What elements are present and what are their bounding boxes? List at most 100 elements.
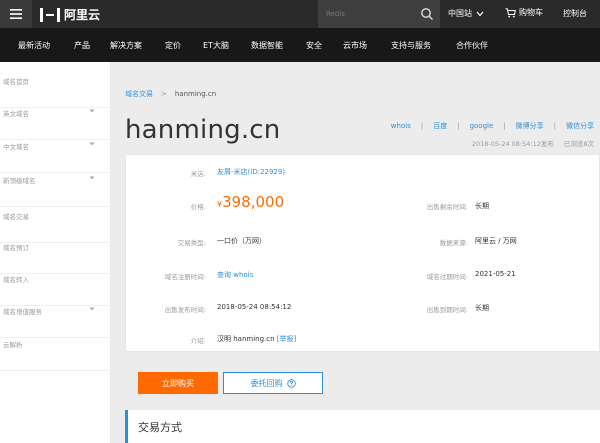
sidebar-item-value-added[interactable]: 域名增值服务 [0,306,111,338]
logo-text: 阿里云 [64,8,101,22]
cart-label: 购物车 [519,8,543,17]
nav-item-partners[interactable]: 合作伙伴 [456,40,488,51]
chevron-down-icon [476,11,484,16]
weibo-share-link[interactable]: 微博分享 [516,121,544,131]
wechat-share-link[interactable]: 微信分享 [566,121,594,131]
breadcrumb-separator: > [161,90,167,98]
sidebar-item-label: 中文域名 [3,143,29,151]
help-icon [286,378,296,388]
whois-query-link[interactable]: 查询 whois [217,270,253,280]
data-source-value: 阿里云 / 万网 [475,237,517,245]
site-selector[interactable]: 中国站 [448,8,484,19]
sidebar-item-english-domain[interactable]: 英文域名 [0,108,111,140]
caret-down-icon [89,109,95,113]
trade-type-label: 交易类型: [177,239,206,247]
publish-value: 2018-05-24 08:54:12 [217,303,292,311]
price-value: ¥398,000 [217,193,284,211]
console-link[interactable]: 控制台 [563,8,587,19]
trade-method-section: 交易方式 [125,410,600,443]
top-bar: 阿里云 中国站 购物车 控制台 [0,0,600,28]
site-label: 中国站 [448,9,472,18]
end-label: 出售到期时间: [426,306,468,314]
nav-item-latest[interactable]: 最新活动 [18,40,50,51]
intro-text: 汉明 hanming.cn [217,335,275,343]
logo[interactable]: 阿里云 [40,6,100,23]
baidu-link[interactable]: 百度 [433,121,447,131]
price-amount: 398,000 [222,193,285,211]
seller-label: 米店: [190,170,206,178]
detail-row-seller: 米店: 友屑-米店(ID:22929) [126,155,600,187]
seller-link[interactable]: 友屑-米店(ID:22929) [217,167,285,177]
nav-item-solutions[interactable]: 解决方案 [110,40,142,51]
page-title: hanming.cn [125,115,281,145]
expire-label: 域名过期时间: [426,273,468,281]
cart-icon [505,7,516,17]
intro-label: 介绍: [190,337,206,345]
sidebar-item-domain-transfer[interactable]: 域名转入 [0,274,111,306]
sidebar-item-label: 域名转入 [3,276,29,284]
sidebar-item-label: 新顶级域名 [3,177,36,185]
caret-down-icon [89,307,95,311]
sidebar: 域名首页 英文域名 中文域名 新顶级域名 域名交易 域名预订 域名转入 域名增值… [0,62,111,443]
intro-value: 汉明 hanming.cn [举报] [217,334,296,344]
section-title: 交易方式 [138,421,182,434]
nav-item-data-intelligence[interactable]: 数据智能 [251,40,283,51]
nav-item-support[interactable]: 支持与服务 [391,40,431,51]
nav-item-security[interactable]: 安全 [306,40,322,51]
breadcrumb-current: hanming.cn [174,90,217,98]
broker-buyback-button[interactable]: 委托回购 [223,372,323,394]
sidebar-item-label: 云解析 [3,341,23,349]
nav-item-et-brain[interactable]: ET大脑 [203,40,229,51]
nav-item-pricing[interactable]: 定价 [165,40,181,51]
data-source-label: 数据来源: [439,239,468,247]
view-count: 已浏览8次 [563,140,594,148]
breadcrumb-domain-trade[interactable]: 域名交易 [125,89,153,99]
published-time: 2018-05-24 08:54:12发布 [471,140,554,148]
publish-label: 出售发布时间: [164,306,206,314]
main-content: 域名交易 > hanming.cn hanming.cn whois | 百度 … [111,62,600,443]
detail-panel: 米店: 友屑-米店(ID:22929) 价格: ¥398,000 出售剩余时间:… [125,154,600,352]
detail-row-publish: 出售发布时间: 2018-05-24 08:54:12 出售到期时间: 长期 [126,292,600,324]
sidebar-item-label: 域名首页 [3,78,29,86]
nav-item-marketplace[interactable]: 云市场 [343,40,367,51]
caret-down-icon [89,142,95,146]
sidebar-item-domain-reserve[interactable]: 域名预订 [0,242,111,274]
sidebar-item-new-tld[interactable]: 新顶级域名 [0,175,111,207]
expire-value: 2021-05-21 [475,270,516,278]
breadcrumb: 域名交易 > hanming.cn [125,89,216,99]
report-link[interactable]: [举报] [277,335,296,343]
whois-link[interactable]: whois [391,122,411,130]
share-links: whois | 百度 | google | 微博分享 | 微信分享 [390,121,594,131]
registration-label: 域名注册时间: [164,273,206,281]
search-box [318,0,440,28]
detail-row-registration: 域名注册时间: 查询 whois 域名过期时间: 2021-05-21 [126,258,600,290]
menu-button[interactable] [0,0,32,28]
sidebar-item-label: 域名预订 [3,244,29,252]
trade-type-value: 一口价（万网） [217,237,266,245]
sidebar-item-dns[interactable]: 云解析 [0,339,111,371]
broker-label: 委托回购 [250,378,283,388]
main-nav: 最新活动 产品 解决方案 定价 ET大脑 数据智能 安全 云市场 支持与服务 合… [0,28,600,62]
sidebar-item-domain-trade[interactable]: 域名交易 [0,211,111,243]
search-input[interactable] [318,0,418,28]
remaining-value: 长期 [475,202,489,210]
detail-row-price: 价格: ¥398,000 出售剩余时间: 长期 [126,187,600,219]
hamburger-icon [10,9,22,19]
buy-now-button[interactable]: 立即购买 [138,372,218,394]
nav-item-products[interactable]: 产品 [74,40,90,51]
caret-down-icon [89,176,95,180]
sidebar-item-label: 域名增值服务 [3,308,42,316]
cart-link[interactable]: 购物车 [505,7,543,18]
sidebar-item-chinese-domain[interactable]: 中文域名 [0,141,111,173]
price-label: 价格: [190,203,206,211]
listing-meta: 2018-05-24 08:54:12发布 已浏览8次 [472,138,594,148]
remaining-label: 出售剩余时间: [426,203,468,211]
sidebar-item-domain-home[interactable]: 域名首页 [0,76,111,108]
aliyun-logo-icon [40,7,60,22]
end-value: 长期 [475,304,489,312]
sidebar-item-label: 域名交易 [3,213,29,221]
detail-row-intro: 介绍: 汉明 hanming.cn [举报] [126,323,600,355]
detail-row-type: 交易类型: 一口价（万网） 数据来源: 阿里云 / 万网 [126,224,600,256]
search-icon[interactable] [420,7,434,21]
google-link[interactable]: google [470,122,494,130]
